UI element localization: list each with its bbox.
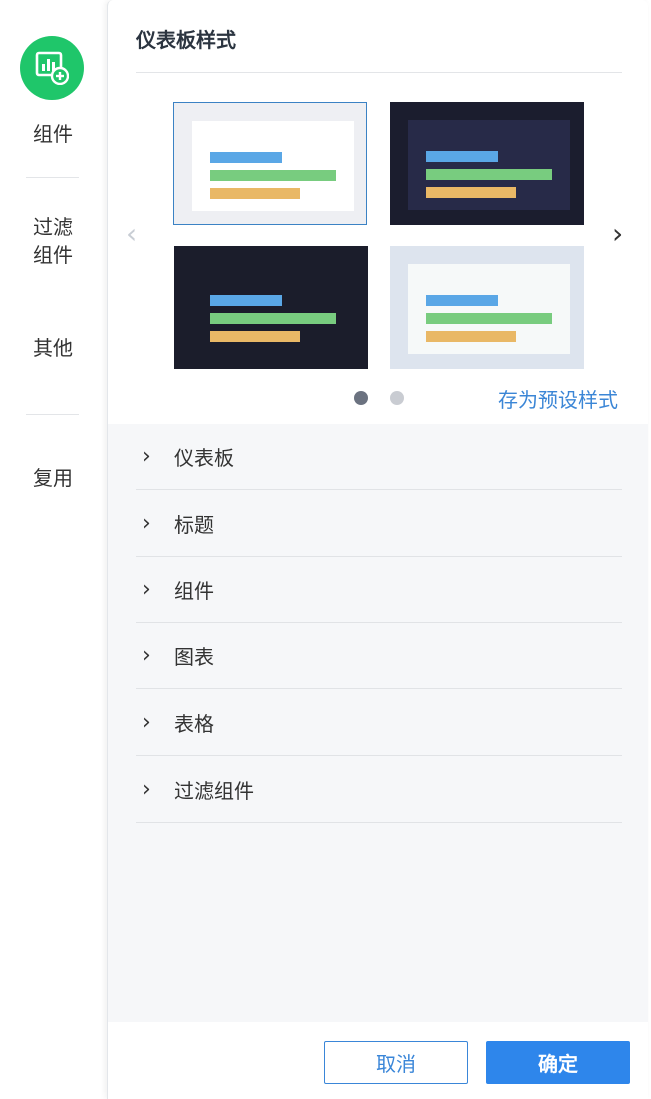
thumbnail-bar xyxy=(210,152,282,163)
rail-divider xyxy=(26,177,79,178)
thumbnail-bar xyxy=(426,331,516,342)
title-divider xyxy=(136,72,622,73)
thumbnail-canvas xyxy=(408,120,570,210)
section-charts[interactable]: › 图表 xyxy=(136,623,622,689)
section-components[interactable]: › 组件 xyxy=(136,557,622,623)
thumbnail-bar xyxy=(210,170,336,181)
thumbnail-canvas xyxy=(192,264,354,354)
confirm-button[interactable]: 确定 xyxy=(486,1041,630,1084)
carousel-dot[interactable] xyxy=(390,391,404,405)
thumbnail-canvas xyxy=(192,121,354,211)
section-label: 过滤组件 xyxy=(174,779,254,803)
chevron-right-icon: › xyxy=(142,710,151,735)
style-thumbnail-light[interactable] xyxy=(172,101,368,226)
save-preset-link[interactable]: 存为预设样式 xyxy=(498,384,618,413)
style-thumbnail-dark[interactable] xyxy=(174,246,368,369)
chevron-right-icon: › xyxy=(142,511,151,536)
section-title[interactable]: › 标题 xyxy=(136,491,622,557)
chevron-right-icon: › xyxy=(142,577,151,602)
component-rail: 组件 过滤 组件 其他 复用 xyxy=(0,0,106,1099)
section-tables[interactable]: › 表格 xyxy=(136,690,622,756)
section-label: 表格 xyxy=(174,712,214,736)
panel-footer: 取消 确定 xyxy=(108,1022,648,1099)
section-label: 标题 xyxy=(174,513,214,537)
chevron-right-icon: › xyxy=(142,777,151,802)
thumbnail-bar xyxy=(210,188,300,199)
dashboard-style-panel: 仪表板样式 ‹ › 存为预设样式 › 仪表板 › 标题 › 组件 › 图表 › … xyxy=(107,0,648,1099)
rail-divider xyxy=(26,414,79,415)
style-thumbnail-dark-blue[interactable] xyxy=(390,102,584,225)
section-filter-components[interactable]: › 过滤组件 xyxy=(136,757,622,823)
thumbnail-canvas xyxy=(408,264,570,354)
thumbnail-bar xyxy=(210,331,300,342)
thumbnail-bar xyxy=(426,151,498,162)
thumbnail-bar xyxy=(210,295,282,306)
chevron-right-icon: › xyxy=(142,444,151,469)
thumbnail-bar xyxy=(426,187,516,198)
rail-item-other[interactable]: 其他 xyxy=(0,334,106,362)
style-sections: › 仪表板 › 标题 › 组件 › 图表 › 表格 › 过滤组件 xyxy=(108,424,648,1022)
thumbnail-bar xyxy=(426,295,498,306)
chart-add-icon[interactable] xyxy=(20,36,84,100)
rail-item-components[interactable]: 组件 xyxy=(0,120,106,148)
chevron-right-icon: › xyxy=(142,643,151,668)
rail-item-filter-components[interactable]: 过滤 组件 xyxy=(0,213,106,269)
section-label: 图表 xyxy=(174,645,214,669)
thumbnail-bar xyxy=(426,169,552,180)
cancel-button[interactable]: 取消 xyxy=(324,1041,468,1084)
section-label: 仪表板 xyxy=(174,446,234,470)
thumbnail-bar xyxy=(426,313,552,324)
section-dashboard[interactable]: › 仪表板 xyxy=(136,424,622,490)
carousel-dot-active[interactable] xyxy=(354,391,368,405)
panel-title: 仪表板样式 xyxy=(136,28,236,52)
style-thumbnail-light-gray[interactable] xyxy=(390,246,584,369)
chevron-left-icon[interactable]: ‹ xyxy=(126,220,137,248)
section-label: 组件 xyxy=(174,579,214,603)
chevron-right-icon[interactable]: › xyxy=(612,220,623,248)
thumbnail-bar xyxy=(210,313,336,324)
rail-item-reuse[interactable]: 复用 xyxy=(0,464,106,492)
